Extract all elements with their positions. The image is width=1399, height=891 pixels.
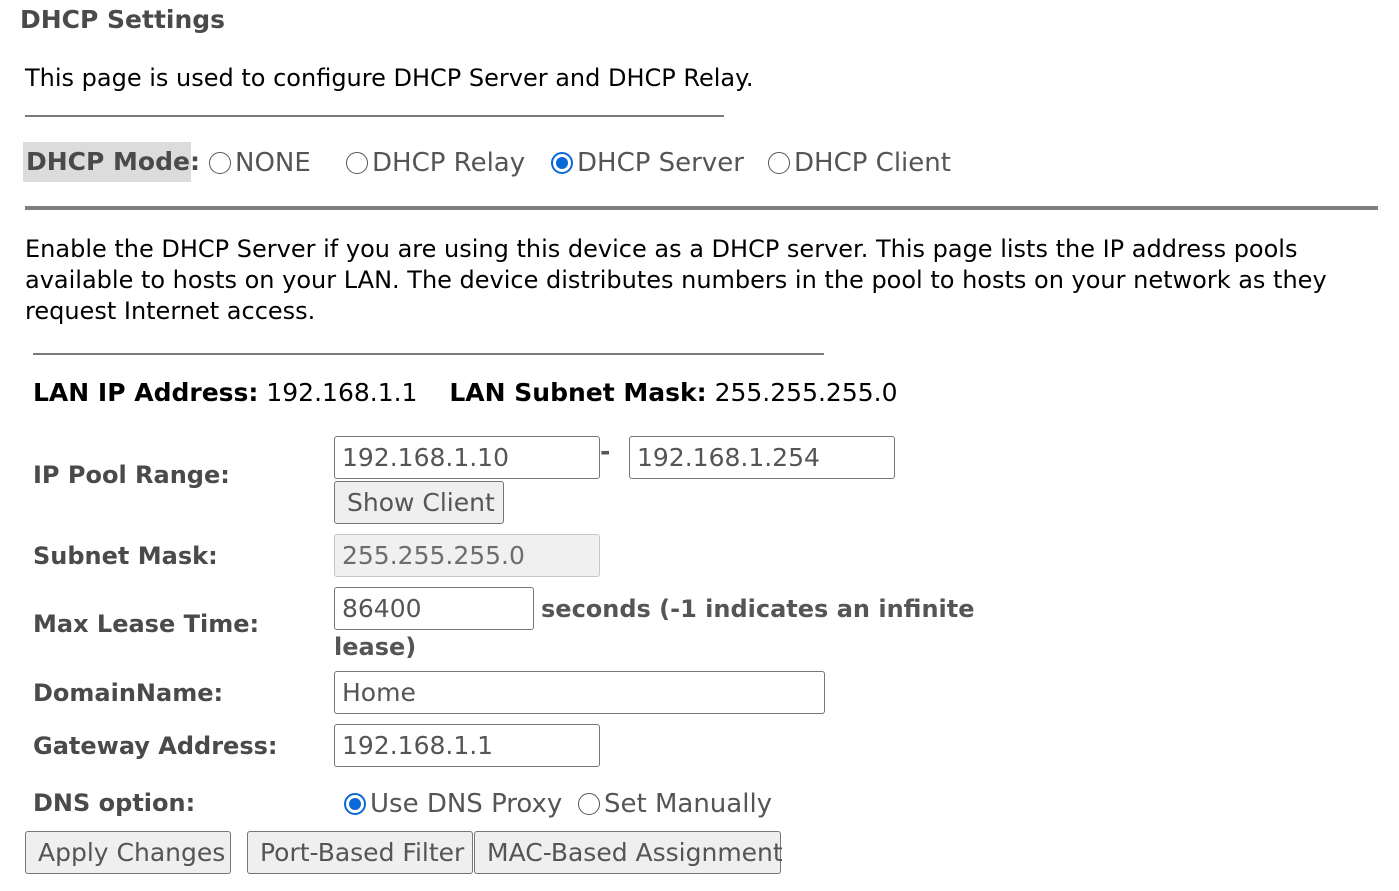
mode-option-dhcp-client[interactable]: DHCP Client — [768, 148, 951, 178]
subnet-mask-label: Subnet Mask: — [33, 542, 218, 570]
radio-dns-proxy-selected-icon[interactable] — [344, 793, 366, 815]
gateway-address-input[interactable] — [334, 724, 600, 767]
radio-dns-manual-icon[interactable] — [578, 793, 600, 815]
lease-unit-text-continued: lease) — [334, 633, 417, 661]
domain-name-input[interactable] — [334, 671, 825, 714]
ip-pool-range-label: IP Pool Range: — [33, 461, 230, 489]
page-intro: This page is used to configure DHCP Serv… — [25, 64, 754, 92]
server-description: Enable the DHCP Server if you are using … — [25, 235, 1327, 325]
lan-ip-value: 192.168.1.1 — [266, 378, 418, 407]
dns-option-label: DNS option: — [33, 789, 196, 817]
dhcp-mode-label: DHCP Mode: — [23, 142, 200, 182]
mode-option-label: DHCP Server — [577, 148, 744, 178]
lan-ip-label: LAN IP Address: — [33, 378, 259, 407]
mode-option-none[interactable]: NONE — [209, 148, 311, 178]
divider-intro — [25, 115, 724, 117]
mode-option-label: NONE — [235, 148, 311, 178]
port-based-filter-button[interactable]: Port-Based Filter — [247, 831, 473, 874]
gateway-address-label: Gateway Address: — [33, 732, 278, 760]
radio-server-selected-icon[interactable] — [551, 152, 573, 174]
max-lease-time-label: Max Lease Time: — [33, 610, 260, 638]
lease-time-input[interactable] — [334, 587, 534, 630]
apply-changes-button[interactable]: Apply Changes — [25, 831, 231, 874]
divider-description — [33, 353, 824, 355]
radio-relay-icon[interactable] — [346, 152, 368, 174]
dns-option-text: Use DNS Proxy — [370, 789, 563, 819]
pool-range-separator: - — [600, 437, 611, 466]
pool-start-input[interactable] — [334, 436, 600, 479]
mode-option-dhcp-relay[interactable]: DHCP Relay — [346, 148, 525, 178]
mac-based-assignment-button[interactable]: MAC-Based Assignment — [474, 831, 783, 874]
dns-option-use-proxy[interactable]: Use DNS Proxy — [344, 789, 562, 819]
radio-client-icon[interactable] — [768, 152, 790, 174]
subnet-mask-input — [334, 534, 600, 577]
mode-option-label: DHCP Relay — [372, 148, 526, 178]
lan-mask-label: LAN Subnet Mask: — [449, 378, 707, 407]
pool-end-input[interactable] — [629, 436, 895, 479]
domain-name-label: DomainName: — [33, 679, 224, 707]
dns-option-set-manually[interactable]: Set Manually — [578, 789, 772, 819]
lan-mask-value: 255.255.255.0 — [714, 378, 898, 407]
mode-option-dhcp-server[interactable]: DHCP Server — [551, 148, 744, 178]
page-title: DHCP Settings — [20, 5, 226, 34]
show-client-button[interactable]: Show Client — [334, 481, 504, 524]
lan-info-row: LAN IP Address: 192.168.1.1 LAN Subnet M… — [33, 378, 898, 407]
mode-option-label: DHCP Client — [794, 148, 951, 178]
divider-mode — [25, 206, 1378, 210]
radio-none-icon[interactable] — [209, 152, 231, 174]
dns-option-text: Set Manually — [604, 789, 773, 819]
lease-unit-text: seconds (-1 indicates an infinite — [541, 595, 975, 623]
